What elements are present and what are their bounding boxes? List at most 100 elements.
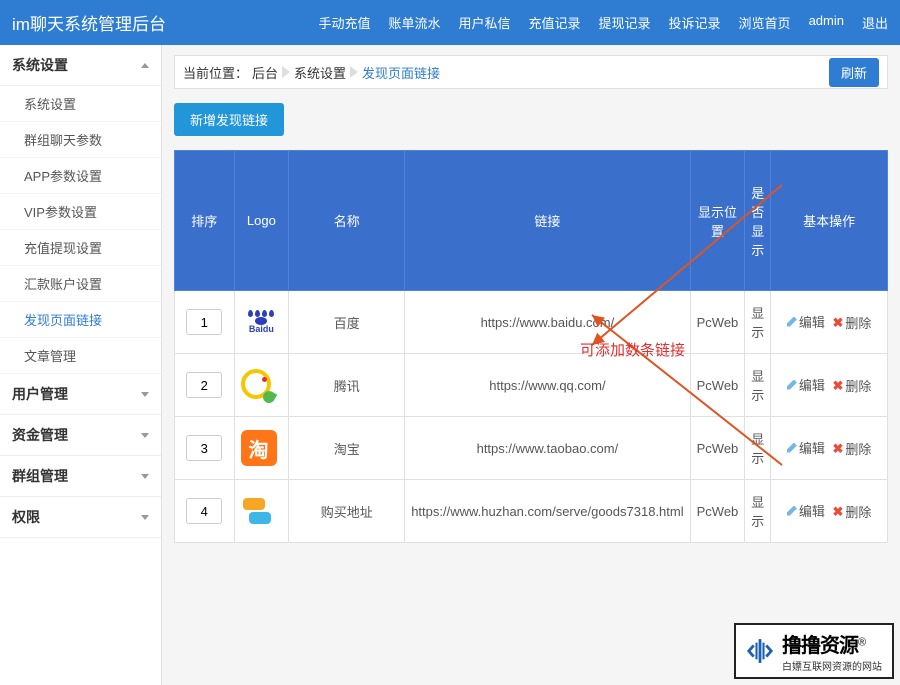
show-cell: 显示 [745, 354, 771, 417]
topnav-item[interactable]: 用户私信 [458, 13, 510, 32]
sort-input[interactable] [186, 309, 222, 335]
sidebar-item-remit[interactable]: 汇款账户设置 [0, 266, 161, 302]
pos-cell: PcWeb [690, 354, 745, 417]
name-cell: 购买地址 [289, 480, 405, 543]
logo-cell [234, 480, 289, 543]
th-link: 链接 [405, 151, 690, 291]
close-icon: ✖ [833, 504, 844, 520]
sort-input[interactable] [186, 435, 222, 461]
sidebar-item-vipparams[interactable]: VIP参数设置 [0, 194, 161, 230]
th-ops: 基本操作 [771, 151, 888, 291]
pencil-icon [787, 317, 797, 327]
sidebar-group-label: 群组管理 [12, 466, 68, 486]
topnav-item[interactable]: 提现记录 [599, 13, 651, 32]
sidebar-group-groups[interactable]: 群组管理 [0, 456, 161, 497]
pos-cell: PcWeb [690, 480, 745, 543]
th-logo: Logo [234, 151, 289, 291]
watermark-reg: ® [858, 637, 866, 649]
pencil-icon [787, 506, 797, 516]
topnav-item[interactable]: 手动充值 [318, 13, 370, 32]
add-discover-link-button[interactable]: 新增发现链接 [174, 103, 284, 136]
delete-label: 删除 [845, 376, 871, 395]
close-icon: ✖ [833, 378, 844, 394]
edit-link[interactable]: 编辑 [787, 501, 825, 520]
topnav-item[interactable]: 账单流水 [388, 13, 440, 32]
delete-label: 删除 [845, 439, 871, 458]
edit-link[interactable]: 编辑 [787, 375, 825, 394]
sidebar-group-users[interactable]: 用户管理 [0, 374, 161, 415]
sidebar-item-appparams[interactable]: APP参数设置 [0, 158, 161, 194]
breadcrumb-item[interactable]: 系统设置 [294, 63, 346, 82]
th-show: 是否显示 [745, 151, 771, 291]
table-row: 淘 淘宝 https://www.taobao.com/ PcWeb 显示 编辑… [175, 417, 888, 480]
sidebar-group-system[interactable]: 系统设置 [0, 45, 161, 86]
chevron-down-icon [141, 433, 149, 438]
watermark-subtitle: 白嫖互联网资源的网站 [782, 658, 882, 673]
watermark: 撸撸资源® 白嫖互联网资源的网站 [734, 623, 894, 679]
sidebar-item-articles[interactable]: 文章管理 [0, 338, 161, 374]
table-row: Baidu 百度 https://www.baidu.com/ PcWeb 显示… [175, 291, 888, 354]
show-cell: 显示 [745, 291, 771, 354]
breadcrumb: 当前位置： 后台 系统设置 发现页面链接 刷新 [174, 55, 888, 89]
topnav-item[interactable]: 充值记录 [529, 13, 581, 32]
refresh-button[interactable]: 刷新 [829, 58, 879, 87]
edit-label: 编辑 [799, 312, 825, 331]
baidu-icon: Baidu [241, 310, 283, 334]
logo-cell [234, 354, 289, 417]
sidebar-item-system[interactable]: 系统设置 [0, 86, 161, 122]
edit-label: 编辑 [799, 375, 825, 394]
sidebar: 系统设置 系统设置 群组聊天参数 APP参数设置 VIP参数设置 充值提现设置 … [0, 45, 162, 685]
close-icon: ✖ [833, 315, 844, 331]
sidebar-group-funds[interactable]: 资金管理 [0, 415, 161, 456]
sidebar-group-label: 用户管理 [12, 384, 68, 404]
link-cell: https://www.huzhan.com/serve/goods7318.h… [405, 480, 690, 543]
taobao-icon: 淘 [241, 430, 277, 466]
chevron-right-icon [282, 66, 290, 78]
huzhan-icon [241, 495, 273, 527]
edit-link[interactable]: 编辑 [787, 438, 825, 457]
sidebar-group-label: 资金管理 [12, 425, 68, 445]
edit-link[interactable]: 编辑 [787, 312, 825, 331]
sidebar-item-recharge[interactable]: 充值提现设置 [0, 230, 161, 266]
watermark-icon [746, 637, 774, 665]
sidebar-item-groupchat[interactable]: 群组聊天参数 [0, 122, 161, 158]
sidebar-item-discoverlinks[interactable]: 发现页面链接 [0, 302, 161, 338]
link-cell: https://www.qq.com/ [405, 354, 690, 417]
close-icon: ✖ [833, 441, 844, 457]
delete-link[interactable]: ✖删除 [833, 376, 872, 395]
pos-cell: PcWeb [690, 291, 745, 354]
app-title: im聊天系统管理后台 [12, 10, 318, 35]
chevron-down-icon [141, 474, 149, 479]
logo-cell: Baidu [234, 291, 289, 354]
pos-cell: PcWeb [690, 417, 745, 480]
sidebar-group-perm[interactable]: 权限 [0, 497, 161, 538]
chevron-down-icon [141, 392, 149, 397]
breadcrumb-prefix: 当前位置： [183, 63, 248, 82]
topnav-item[interactable]: 退出 [862, 13, 888, 32]
pencil-icon [787, 380, 797, 390]
name-cell: 淘宝 [289, 417, 405, 480]
show-cell: 显示 [745, 480, 771, 543]
show-cell: 显示 [745, 417, 771, 480]
delete-link[interactable]: ✖删除 [833, 502, 872, 521]
delete-link[interactable]: ✖删除 [833, 313, 872, 332]
chevron-up-icon [141, 63, 149, 68]
topnav-item[interactable]: admin [809, 13, 844, 32]
breadcrumb-item-current: 发现页面链接 [362, 63, 440, 82]
topnav-item[interactable]: 浏览首页 [739, 13, 791, 32]
breadcrumb-item[interactable]: 后台 [252, 63, 278, 82]
sidebar-group-label: 系统设置 [12, 55, 68, 75]
top-nav: 手动充值 账单流水 用户私信 充值记录 提现记录 投诉记录 浏览首页 admin… [318, 13, 888, 32]
th-pos: 显示位置 [690, 151, 745, 291]
name-cell: 腾讯 [289, 354, 405, 417]
delete-link[interactable]: ✖删除 [833, 439, 872, 458]
topnav-item[interactable]: 投诉记录 [669, 13, 721, 32]
edit-label: 编辑 [799, 438, 825, 457]
sort-input[interactable] [186, 372, 222, 398]
link-cell: https://www.taobao.com/ [405, 417, 690, 480]
pencil-icon [787, 443, 797, 453]
th-sort: 排序 [175, 151, 235, 291]
watermark-title: 撸撸资源 [782, 635, 858, 657]
delete-label: 删除 [845, 502, 871, 521]
sort-input[interactable] [186, 498, 222, 524]
